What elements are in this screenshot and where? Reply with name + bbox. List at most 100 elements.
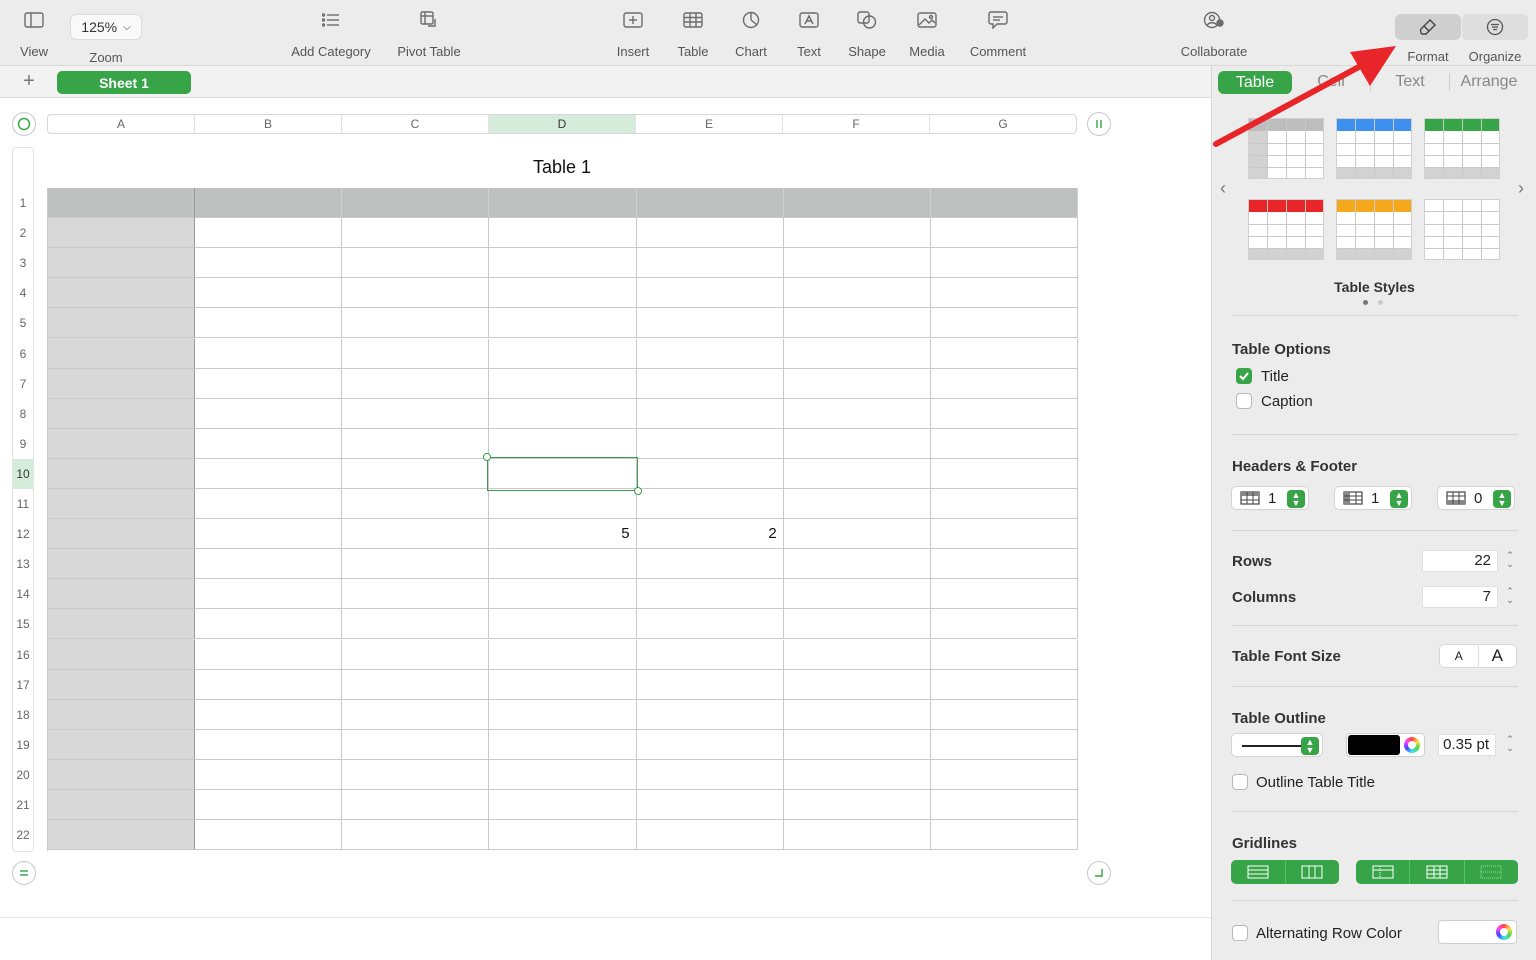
page-dot-active[interactable] xyxy=(1363,300,1368,305)
cell-d22[interactable] xyxy=(489,820,637,851)
cell-e13[interactable] xyxy=(636,549,784,580)
cell-d17[interactable] xyxy=(489,669,637,700)
cell-g17[interactable] xyxy=(930,669,1078,700)
chart-button[interactable]: Chart xyxy=(730,0,772,66)
cell-f17[interactable] xyxy=(783,669,931,700)
view-button[interactable]: View xyxy=(14,0,54,66)
cell-g3[interactable] xyxy=(930,248,1078,279)
row-header-21[interactable]: 21 xyxy=(12,790,34,820)
cell-a8[interactable] xyxy=(48,398,196,429)
cell-c19[interactable] xyxy=(342,729,490,760)
row-header-17[interactable]: 17 xyxy=(12,670,34,700)
zoom-select[interactable]: 125% ⌵ xyxy=(70,14,142,40)
cell-e11[interactable] xyxy=(636,489,784,520)
cell-f10[interactable] xyxy=(783,458,931,489)
selection-knob-bottom-right[interactable] xyxy=(633,486,642,495)
cell-b12[interactable] xyxy=(195,519,343,550)
footer-gridlines-button[interactable] xyxy=(1465,860,1518,884)
cell-e10[interactable] xyxy=(636,458,784,489)
cell-e20[interactable] xyxy=(636,759,784,790)
cell-a15[interactable] xyxy=(48,609,196,640)
cell-a1[interactable] xyxy=(48,188,196,219)
cell-d1[interactable] xyxy=(489,188,637,219)
row-header-12[interactable]: 12 xyxy=(12,519,34,549)
vertical-gridlines-button[interactable] xyxy=(1286,860,1340,884)
header-column-gridlines-button[interactable] xyxy=(1410,860,1465,884)
cell-g9[interactable] xyxy=(930,428,1078,459)
insert-button[interactable]: Insert xyxy=(612,0,654,66)
column-header-f[interactable]: F xyxy=(783,115,930,133)
collaborate-button[interactable]: Collaborate xyxy=(1176,0,1252,66)
cell-d9[interactable] xyxy=(489,428,637,459)
resize-table-handle[interactable] xyxy=(1087,861,1111,885)
cell-c8[interactable] xyxy=(342,398,490,429)
media-button[interactable]: Media xyxy=(906,0,948,66)
cell-d11[interactable] xyxy=(489,489,637,520)
cell-a17[interactable] xyxy=(48,669,196,700)
cell-e19[interactable] xyxy=(636,729,784,760)
cell-c7[interactable] xyxy=(342,368,490,399)
cell-c14[interactable] xyxy=(342,579,490,610)
cell-a12[interactable] xyxy=(48,519,196,550)
cell-f7[interactable] xyxy=(783,368,931,399)
table-title[interactable]: Table 1 xyxy=(47,157,1077,178)
cell-c20[interactable] xyxy=(342,759,490,790)
cell-b14[interactable] xyxy=(195,579,343,610)
column-header-b[interactable]: B xyxy=(195,115,342,133)
cell-b17[interactable] xyxy=(195,669,343,700)
cell-d3[interactable] xyxy=(489,248,637,279)
cell-a21[interactable] xyxy=(48,790,196,821)
row-header-13[interactable]: 13 xyxy=(12,549,34,579)
cell-e1[interactable] xyxy=(636,188,784,219)
cell-c5[interactable] xyxy=(342,308,490,339)
cell-g6[interactable] xyxy=(930,338,1078,369)
row-header-9[interactable]: 9 xyxy=(12,429,34,459)
page-dot[interactable] xyxy=(1378,300,1383,305)
column-header-a[interactable]: A xyxy=(48,115,195,133)
selected-cell-highlight[interactable] xyxy=(483,452,642,495)
cell-a10[interactable] xyxy=(48,458,196,489)
row-header-10[interactable]: 10 xyxy=(12,458,34,489)
cell-f20[interactable] xyxy=(783,759,931,790)
cell-f12[interactable] xyxy=(783,519,931,550)
cell-g11[interactable] xyxy=(930,489,1078,520)
cell-g7[interactable] xyxy=(930,368,1078,399)
cell-a22[interactable] xyxy=(48,820,196,851)
cell-f1[interactable] xyxy=(783,188,931,219)
select-table-handle[interactable] xyxy=(12,112,36,136)
cell-f22[interactable] xyxy=(783,820,931,851)
cell-b11[interactable] xyxy=(195,489,343,520)
footer-rows-control[interactable]: 0 ▲ ▼ xyxy=(1437,486,1515,510)
color-wheel-icon[interactable] xyxy=(1496,924,1512,940)
table-style-3[interactable] xyxy=(1424,118,1500,179)
stepper-icon[interactable]: ▲ ▼ xyxy=(1390,490,1408,508)
header-row-gridlines-button[interactable] xyxy=(1356,860,1411,884)
cell-a6[interactable] xyxy=(48,338,196,369)
sheet-tab-active[interactable]: Sheet 1 xyxy=(57,71,191,94)
cell-c4[interactable] xyxy=(342,278,490,309)
cell-g19[interactable] xyxy=(930,729,1078,760)
add-row-handle[interactable] xyxy=(12,861,36,885)
cell-f2[interactable] xyxy=(783,218,931,249)
row-header-3[interactable]: 3 xyxy=(12,248,34,278)
cell-a2[interactable] xyxy=(48,218,196,249)
cell-b6[interactable] xyxy=(195,338,343,369)
columns-stepper[interactable]: ⌃ ⌄ xyxy=(1504,587,1516,605)
cell-f9[interactable] xyxy=(783,428,931,459)
increase-font-button[interactable]: A xyxy=(1479,645,1517,667)
cell-g8[interactable] xyxy=(930,398,1078,429)
outline-width-field[interactable]: 0.35 pt xyxy=(1438,734,1496,756)
cell-d13[interactable] xyxy=(489,549,637,580)
cell-c3[interactable] xyxy=(342,248,490,279)
organize-button[interactable]: Organize xyxy=(1462,0,1528,66)
pivot-table-button[interactable]: Pivot Table xyxy=(392,0,466,66)
color-wheel-icon[interactable] xyxy=(1404,737,1420,753)
cell-e5[interactable] xyxy=(636,308,784,339)
cell-d12[interactable]: 5 xyxy=(489,519,637,550)
cell-d4[interactable] xyxy=(489,278,637,309)
decrease-font-button[interactable]: A xyxy=(1440,645,1479,667)
selection-knob-top-left[interactable] xyxy=(483,452,492,461)
cell-e22[interactable] xyxy=(636,820,784,851)
table-style-4[interactable] xyxy=(1248,199,1324,260)
cell-b9[interactable] xyxy=(195,428,343,459)
